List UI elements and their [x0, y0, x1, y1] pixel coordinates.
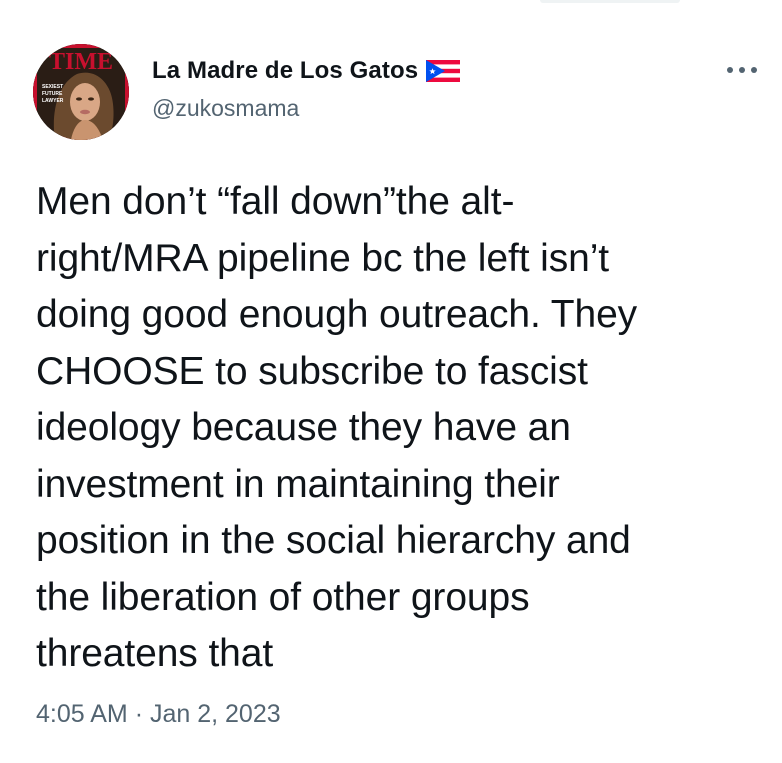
- author-name-row[interactable]: La Madre de Los Gatos: [152, 56, 461, 86]
- more-options-icon: [727, 67, 757, 73]
- tweet-time[interactable]: 4:05 AM: [36, 700, 128, 728]
- tweet-timestamp[interactable]: 4:05 AM · Jan 2, 2023: [36, 700, 281, 729]
- avatar-cover-line: SEXIEST: [42, 84, 63, 90]
- author-display-name[interactable]: La Madre de Los Gatos: [152, 57, 418, 85]
- avatar-masthead: TIME: [49, 49, 113, 75]
- avatar-cover-line: FUTURE: [42, 91, 63, 97]
- more-options-button[interactable]: [722, 58, 762, 82]
- puerto-rico-flag-icon: [426, 60, 461, 82]
- tweet-body-text: Men don’t “fall down”the alt- right/MRA …: [36, 180, 638, 675]
- tweet-date[interactable]: Jan 2, 2023: [150, 700, 281, 728]
- author-handle[interactable]: @zukosmama: [152, 95, 299, 122]
- avatar-cover-line: LAWYER: [42, 98, 64, 104]
- avatar[interactable]: TIME SEXIEST FUTURE LAWYER: [33, 44, 129, 140]
- avatar-image: TIME SEXIEST FUTURE LAWYER: [33, 44, 129, 140]
- tweet: TIME SEXIEST FUTURE LAWYER La Madre de L…: [0, 0, 782, 763]
- meta-separator: ·: [134, 700, 144, 728]
